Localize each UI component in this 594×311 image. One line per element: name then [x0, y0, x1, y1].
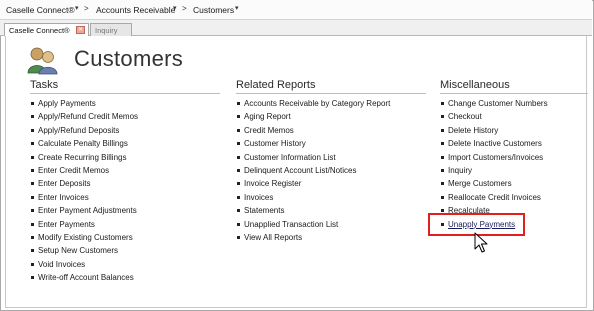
misc-link[interactable]: Inquiry — [440, 166, 588, 179]
task-link[interactable]: Void Invoices — [30, 260, 220, 273]
report-link[interactable]: Invoice Register — [236, 179, 426, 192]
tasks-column: Tasks Apply Payments Apply/Refund Credit… — [30, 79, 220, 286]
task-link[interactable]: Enter Invoices — [30, 193, 220, 206]
misc-link[interactable]: Delete Inactive Customers — [440, 139, 588, 152]
misc-link[interactable]: Checkout — [440, 112, 588, 125]
misc-link[interactable]: Delete History — [440, 126, 588, 139]
page-title: Customers — [74, 46, 184, 71]
close-icon[interactable]: ✕ — [76, 26, 85, 34]
report-link[interactable]: Aging Report — [236, 112, 426, 125]
task-link[interactable]: Apply Payments — [30, 99, 220, 112]
chevron-down-icon[interactable]: ▾ — [235, 4, 239, 12]
report-link[interactable]: Accounts Receivable by Category Report — [236, 99, 426, 112]
task-link[interactable]: Create Recurring Billings — [30, 153, 220, 166]
breadcrumb-app[interactable]: Caselle Connect® — [6, 5, 75, 15]
misc-link[interactable]: Reallocate Credit Invoices — [440, 193, 588, 206]
report-link[interactable]: Customer History — [236, 139, 426, 152]
task-link[interactable]: Enter Credit Memos — [30, 166, 220, 179]
tab-caselle-connect[interactable]: Caselle Connect® ✕ — [4, 23, 89, 36]
tasks-list: Apply Payments Apply/Refund Credit Memos… — [30, 99, 220, 286]
report-link[interactable]: Unapplied Transaction List — [236, 220, 426, 233]
customers-people-icon — [27, 47, 58, 75]
reports-list: Accounts Receivable by Category Report A… — [236, 99, 426, 246]
report-link[interactable]: Statements — [236, 206, 426, 219]
breadcrumb-section[interactable]: Accounts Receivable — [96, 5, 175, 15]
tab-inquiry[interactable]: Inquiry — [90, 23, 132, 36]
misc-column: Miscellaneous Change Customer Numbers Ch… — [440, 79, 588, 233]
report-link[interactable]: Customer Information List — [236, 153, 426, 166]
chevron-down-icon[interactable]: ▾ — [75, 4, 79, 12]
tab-label: Caselle Connect® — [9, 26, 70, 35]
misc-heading: Miscellaneous — [440, 79, 588, 94]
task-link[interactable]: Enter Payments — [30, 220, 220, 233]
misc-link[interactable]: Change Customer Numbers — [440, 99, 588, 112]
tab-label: Inquiry — [95, 26, 118, 35]
task-link[interactable]: Setup New Customers — [30, 246, 220, 259]
misc-link[interactable]: Import Customers/Invoices — [440, 153, 588, 166]
breadcrumb-separator: > — [182, 4, 187, 13]
task-link[interactable]: Enter Deposits — [30, 179, 220, 192]
task-link[interactable]: Apply/Refund Deposits — [30, 126, 220, 139]
breadcrumb-separator: > — [84, 4, 89, 13]
breadcrumb-page[interactable]: Customers — [193, 5, 234, 15]
task-link[interactable]: Enter Payment Adjustments — [30, 206, 220, 219]
report-link[interactable]: Invoices — [236, 193, 426, 206]
tasks-heading: Tasks — [30, 79, 220, 94]
tab-strip: Caselle Connect® ✕ Inquiry — [0, 20, 592, 36]
mouse-cursor-icon — [474, 232, 488, 253]
task-link[interactable]: Modify Existing Customers — [30, 233, 220, 246]
misc-link[interactable]: Merge Customers — [440, 179, 588, 192]
report-link[interactable]: Credit Memos — [236, 126, 426, 139]
task-link[interactable]: Calculate Penalty Billings — [30, 139, 220, 152]
reports-heading: Related Reports — [236, 79, 426, 94]
task-link[interactable]: Write-off Account Balances — [30, 273, 220, 286]
report-link[interactable]: View All Reports — [236, 233, 426, 246]
reports-column: Related Reports Accounts Receivable by C… — [236, 79, 426, 246]
report-link[interactable]: Delinquent Account List/Notices — [236, 166, 426, 179]
task-link[interactable]: Apply/Refund Credit Memos — [30, 112, 220, 125]
chevron-down-icon[interactable]: ▾ — [173, 4, 177, 12]
breadcrumb: Caselle Connect® ▾ > Accounts Receivable… — [0, 0, 592, 20]
